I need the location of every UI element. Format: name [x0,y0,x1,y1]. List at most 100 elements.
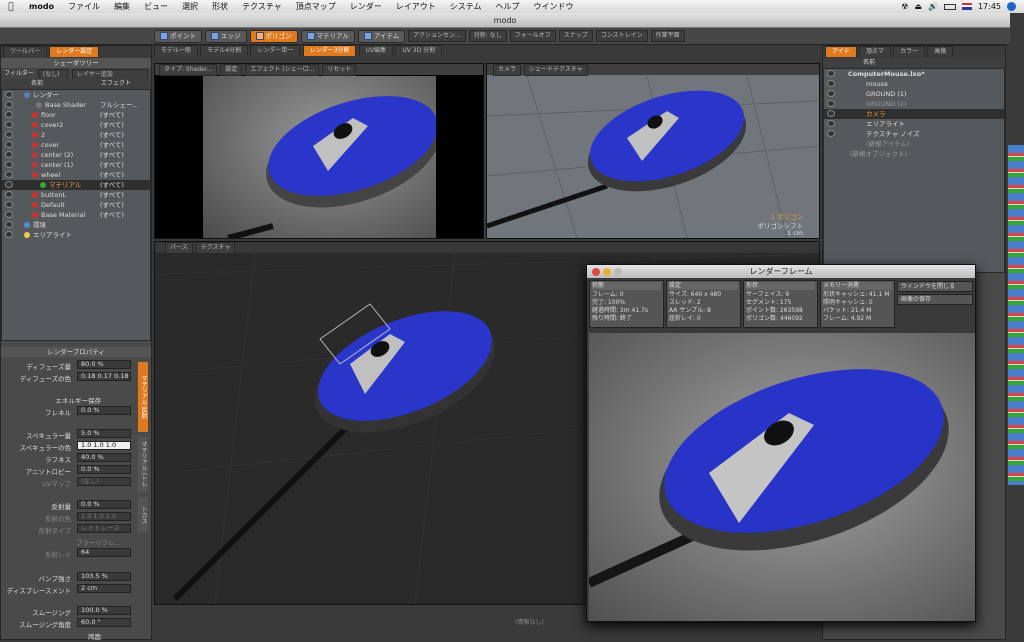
visibility-eye-icon[interactable] [5,131,13,138]
volume-icon[interactable]: 🔊 [928,2,938,11]
reflection-field[interactable]: 0.0 % [77,500,131,509]
item-list-row[interactable]: (新規オブジェクト) [824,149,1004,159]
spec-color-field[interactable]: 1.0 1.0 1.0 [77,441,131,450]
smoothing-field[interactable]: 100.0 % [77,606,131,615]
item-list-row[interactable]: GROUND (2) [824,99,1004,109]
refl-rays-field[interactable]: 64 [77,548,131,557]
zoom-icon[interactable] [614,268,622,276]
preview-reset-button[interactable]: リセット [322,63,357,76]
menu-select[interactable]: 選択 [175,1,205,12]
close-window-button[interactable]: ウィンドウを閉じる [897,281,973,292]
roughness-field[interactable]: 40.0 % [77,453,131,462]
menu-edit[interactable]: 編集 [107,1,137,12]
energy-conserve-checkbox[interactable]: エネルギー保存 [1,395,102,405]
visibility-eye-icon[interactable] [827,120,835,127]
displacement-field[interactable]: 2 cm [77,584,131,593]
visibility-eye-icon[interactable] [5,161,13,168]
radiation-icon[interactable]: ☢ [901,2,908,11]
material-mode-button[interactable]: マテリアル [300,29,355,43]
visibility-eye-icon[interactable] [5,221,13,228]
menu-texture[interactable]: テクスチャ [235,1,289,12]
smoothing-angle-field[interactable]: 60.0 ° [77,618,131,627]
tab-toolbar[interactable]: ツールバー [3,46,48,57]
shader-tree-item[interactable]: center (1) (すべて) [2,160,150,170]
preview-effect-select[interactable]: エフェクト (シェーロ... [245,63,320,76]
action-center-select[interactable]: アクションセン... [408,30,466,42]
visibility-eye-icon[interactable] [5,171,13,178]
shader-tree-item[interactable]: エリアライト [2,230,150,240]
shader-tree-item[interactable]: floor (すべて) [2,110,150,120]
save-image-button[interactable]: 画像の保存 [897,294,973,305]
item-list-row[interactable]: カメラ [824,109,1004,119]
visibility-eye-icon[interactable] [5,141,13,148]
menu-window[interactable]: ウインドウ [527,1,581,12]
visibility-eye-icon[interactable] [827,70,835,77]
falloff-select[interactable]: フォールオフ [509,30,556,42]
menu-system[interactable]: システム [443,1,489,12]
menu-geometry[interactable]: 形状 [205,1,235,12]
shader-tree-item[interactable]: cover (すべて) [2,140,150,150]
flag-icon[interactable] [961,3,972,10]
tab-model-general[interactable]: モデル一般 [154,45,199,56]
apple-icon[interactable]:  [0,2,22,12]
spec-amount-field[interactable]: 5.0 % [77,429,131,438]
tab-render-triple[interactable]: レンダー3分割 [302,45,357,56]
polygon-mode-button[interactable]: ポリゴン [249,29,298,43]
menu-view[interactable]: ビュー [137,1,175,12]
tab-items[interactable]: アイテ [825,46,857,57]
camera-view-select[interactable]: カメラ [493,63,522,76]
menu-app[interactable]: modo [22,2,61,11]
menu-help[interactable]: ヘルプ [489,1,527,12]
diffuse-color-field[interactable]: 0.18 0.17 0.18 [77,372,131,381]
diffuse-amount-field[interactable]: 80.0 % [77,360,131,369]
tab-model-quad[interactable]: モデル4分割 [200,45,249,56]
visibility-eye-icon[interactable] [5,181,13,188]
shader-tree-item[interactable]: Base Shader フルシェー... [2,100,150,110]
tab-color[interactable]: カラー [893,46,926,57]
visibility-eye-icon[interactable] [827,110,835,117]
shade-mode-select[interactable]: シェードテクスチャ [524,63,588,76]
point-mode-button[interactable]: ポイント [154,29,202,43]
shader-tree-item[interactable]: center (2) (すべて) [2,150,150,160]
minimize-icon[interactable] [603,268,611,276]
shader-tree-item[interactable]: 環境 [2,220,150,230]
visibility-eye-icon[interactable] [5,151,13,158]
constraint-select[interactable]: コンストレイン [595,30,648,42]
refl-type-select[interactable]: レイトレース [77,524,131,533]
anisotropy-field[interactable]: 0.0 % [77,465,131,474]
side-tab-other[interactable]: トカス [138,497,148,532]
visibility-eye-icon[interactable] [827,80,835,87]
shader-tree-item[interactable]: wheel (すべて) [2,170,150,180]
eject-icon[interactable]: ⏏ [914,2,922,11]
visibility-eye-icon[interactable] [5,211,13,218]
shader-tree-item[interactable]: cover2 (すべて) [2,120,150,130]
visibility-eye-icon[interactable] [5,191,13,198]
visibility-eye-icon[interactable] [5,101,13,108]
visibility-eye-icon[interactable] [5,201,13,208]
preview-type-select[interactable]: タイプ: Shader... [159,63,218,76]
clock[interactable]: 17:45 [978,2,1001,11]
dock-icons[interactable] [1008,145,1024,485]
visibility-eye-icon[interactable] [5,91,13,98]
shader-tree-item[interactable]: 2 (すべて) [2,130,150,140]
preview-settings-button[interactable]: 設定 [220,63,243,76]
shader-tree-item[interactable]: マテリアル (すべて) [2,180,150,190]
menu-layout[interactable]: レイアウト [389,1,443,12]
item-list-row[interactable]: ComputerMouse.lxo* [824,69,1004,79]
visibility-eye-icon[interactable] [827,130,835,137]
tab-vertex-maps[interactable]: 頂点マ [858,46,891,57]
tab-uv-3d[interactable]: UV 3D 分割 [395,45,443,56]
menu-vertexmap[interactable]: 頂点マップ [289,1,343,12]
bump-field[interactable]: 103.5 % [77,572,131,581]
refl-color-field[interactable]: 1.0 1.0 1.0 [77,512,131,521]
tab-render-settings[interactable]: レンダー設定 [49,46,100,57]
visibility-eye-icon[interactable] [827,90,835,97]
shader-tree-item[interactable]: Default (すべて) [2,200,150,210]
perspective-select[interactable]: パース [165,241,193,254]
side-tab-material-refl[interactable]: マテリアル 反射 [138,362,148,432]
visibility-eye-icon[interactable] [827,100,835,107]
side-tab-material-trans[interactable]: マテリアル (トレ [138,437,148,492]
item-list-row[interactable]: (新規アイテム) [824,139,1004,149]
close-icon[interactable] [592,268,600,276]
shader-tree-item[interactable]: レンダー [2,90,150,100]
